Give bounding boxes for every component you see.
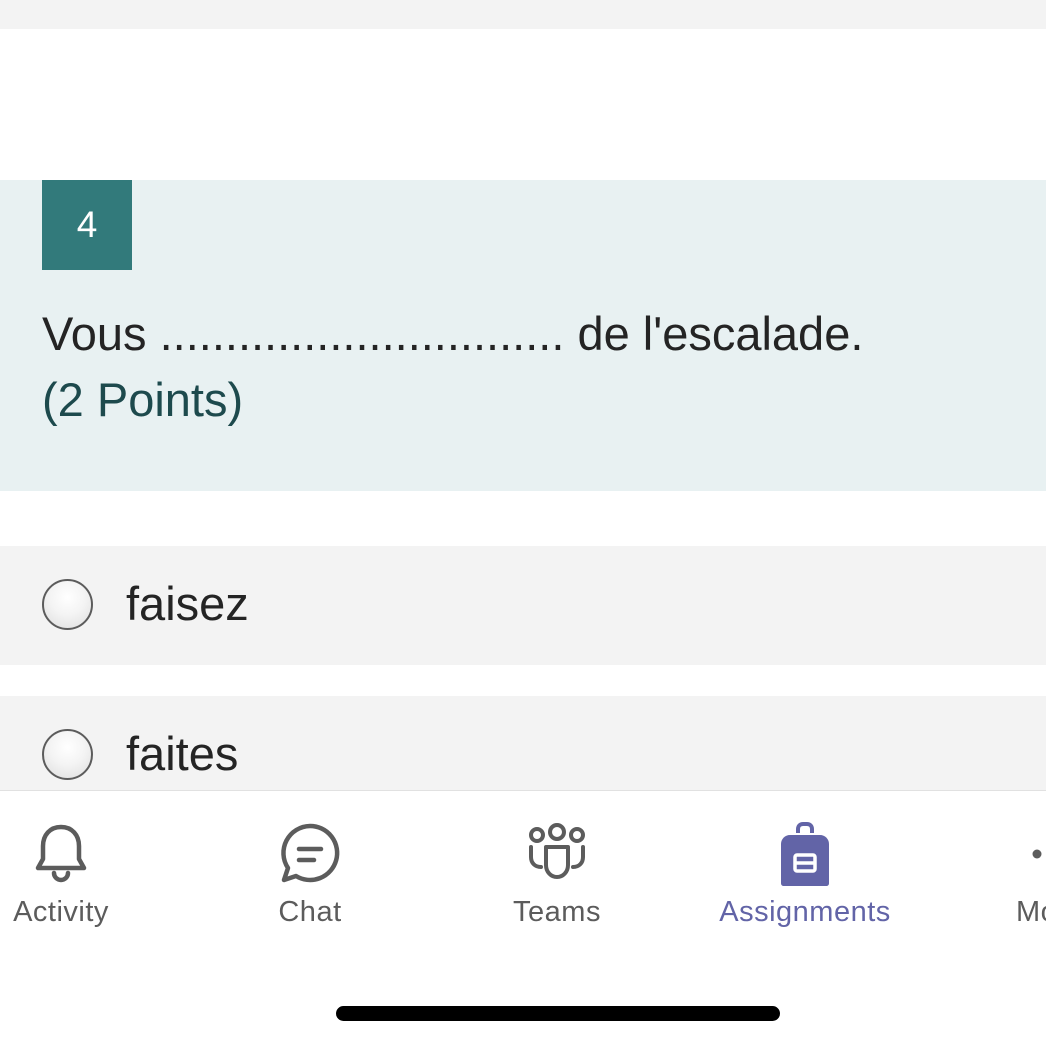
tab-more-label: Mo <box>1016 896 1046 928</box>
radio-button-icon[interactable] <box>42 729 93 780</box>
tab-activity-label: Activity <box>13 896 109 928</box>
answer-option-label: faisez <box>126 577 249 630</box>
bell-icon <box>35 824 87 883</box>
backpack-icon <box>781 822 829 886</box>
question-number-badge: 4 <box>42 180 132 270</box>
tab-assignments-label: Assignments <box>719 896 891 928</box>
question-card: 4 Vous ............................... d… <box>0 180 1046 491</box>
radio-button-icon[interactable] <box>42 579 93 630</box>
tab-activity[interactable]: Activity <box>0 791 122 941</box>
tab-teams-label: Teams <box>513 896 601 928</box>
tab-assignments[interactable]: Assignments <box>705 791 905 941</box>
home-indicator <box>336 1006 780 1021</box>
question-points: (2 Points) <box>42 373 244 426</box>
tab-chat-label: Chat <box>278 896 342 928</box>
question-text: Vous ............................... de … <box>42 307 864 360</box>
tab-more[interactable]: Mo <box>1000 791 1046 941</box>
tab-chat[interactable]: Chat <box>250 791 370 941</box>
answer-option-label: faites <box>126 727 239 780</box>
answer-option-faisez[interactable]: faisez <box>0 546 1046 665</box>
tab-teams[interactable]: Teams <box>495 791 619 941</box>
more-icon <box>1032 849 1042 859</box>
previous-question-footer <box>0 0 1046 29</box>
teams-icon <box>529 823 585 879</box>
chat-bubble-icon <box>281 823 340 883</box>
